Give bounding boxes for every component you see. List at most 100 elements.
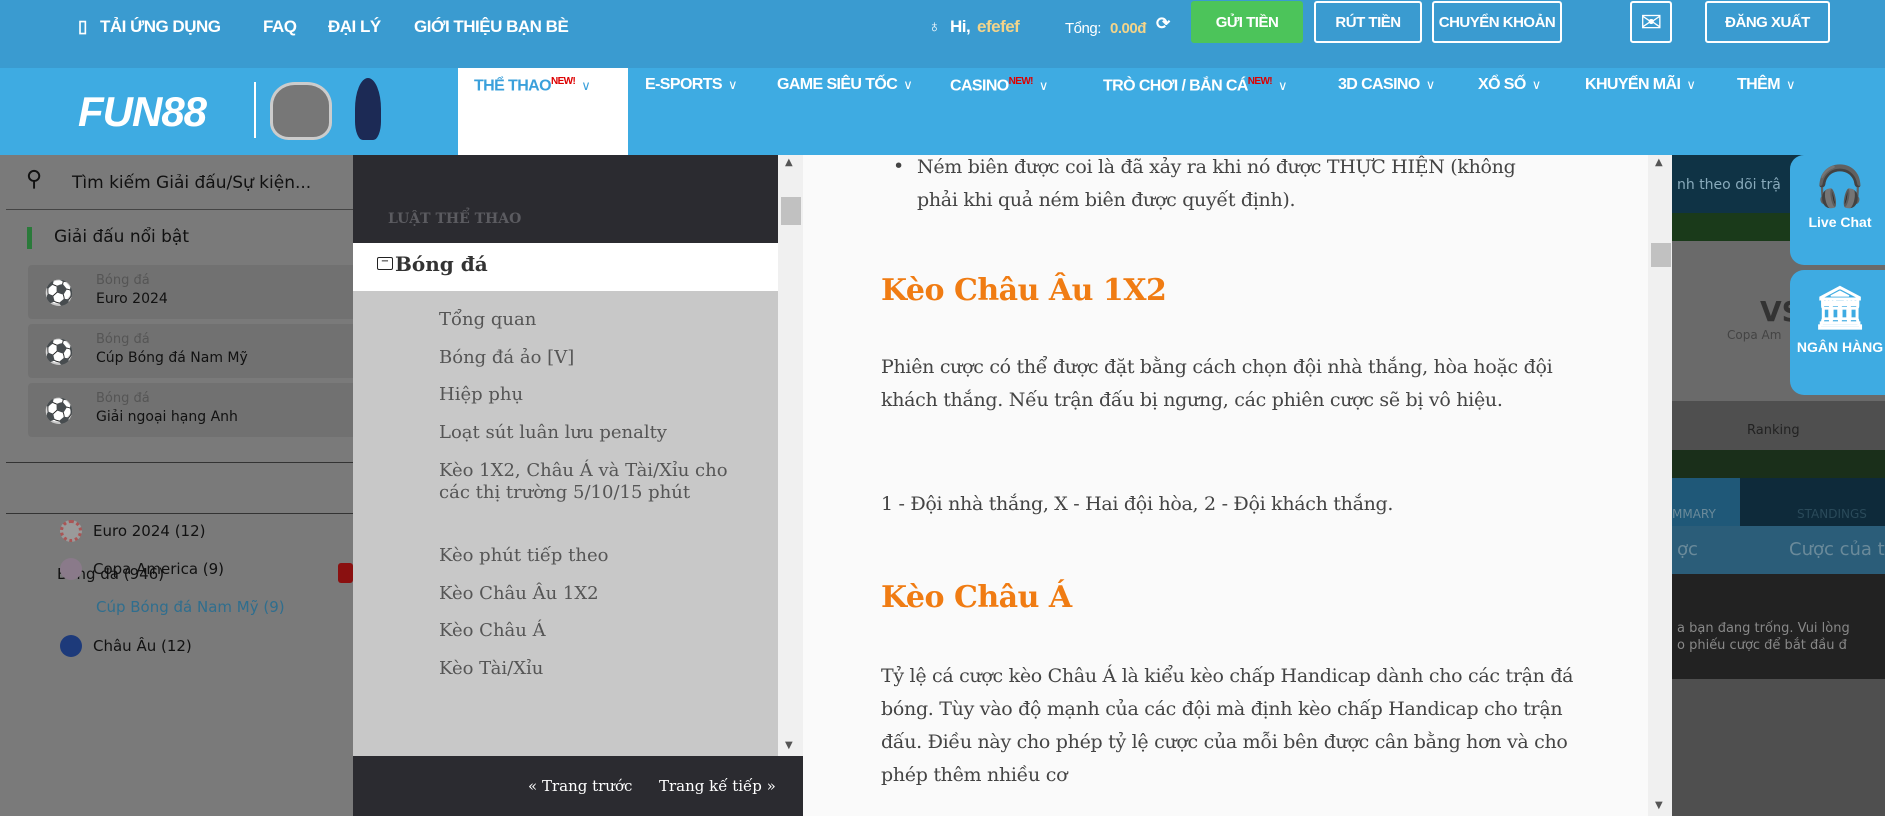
agent-link[interactable]: ĐẠI LÝ xyxy=(328,17,381,37)
sidebar: ⚲ Tìm kiếm Giải đấu/Sự kiện... Giải đấu … xyxy=(0,155,358,816)
nav-fishing[interactable]: TRÒ CHƠI / BẮN CÁNEW! ∨ xyxy=(1103,76,1288,95)
empty-text: a bạn đang trống. Vui lòng xyxy=(1677,621,1850,636)
league-item[interactable]: Châu Âu (12) xyxy=(93,637,192,655)
scroll-down-icon[interactable]: ▼ xyxy=(785,740,793,751)
divider xyxy=(6,462,353,463)
logo-divider xyxy=(254,82,256,138)
nav-fast-games[interactable]: GAME SIÊU TỐC ∨ xyxy=(777,76,913,94)
league-item[interactable]: Copa America (9) xyxy=(93,560,224,578)
user-icon: ♁ xyxy=(928,17,941,36)
paragraph: Tỷ lệ cá cược kèo Châu Á là kiểu kèo chấ… xyxy=(881,665,1574,786)
next-page-link[interactable]: Trang kế tiếp » xyxy=(659,777,776,795)
rules-list: Tổng quan Bóng đá ảo [V] Hiệp phụ Loạt s… xyxy=(353,291,778,756)
league-item-active[interactable]: Cúp Bóng đá Nam Mỹ (9) xyxy=(96,598,285,616)
withdraw-button[interactable]: RÚT TIỀN xyxy=(1314,1,1422,43)
mail-icon[interactable]: ✉ xyxy=(1630,1,1672,43)
featured-sport: Bóng đá xyxy=(96,391,150,406)
nav-more[interactable]: THÊM ∨ xyxy=(1737,76,1795,94)
soccer-ball-icon: ⚽ xyxy=(44,279,74,307)
rules-item[interactable]: Kèo 1X2, Châu Á và Tài/Xỉu cho các thị t… xyxy=(439,460,759,504)
refresh-icon[interactable]: ⟳ xyxy=(1156,14,1170,34)
fun88-logo[interactable]: FUN88 xyxy=(78,88,207,136)
greeting: Hi, xyxy=(950,17,971,36)
live-chat-button[interactable]: 🎧 Live Chat xyxy=(1790,155,1885,265)
bank-icon: 🏛 xyxy=(1813,284,1867,331)
scroll-up-icon[interactable]: ▲ xyxy=(1655,157,1663,168)
copa-flag-icon xyxy=(60,558,82,580)
rules-item[interactable]: Tổng quan xyxy=(439,309,759,331)
scroll-down-icon[interactable]: ▼ xyxy=(1655,800,1663,811)
ranking-label: Ranking xyxy=(1747,423,1800,438)
nav-promotions[interactable]: KHUYẾN MÃI ∨ xyxy=(1585,76,1696,94)
search-bar[interactable]: ⚲ Tìm kiếm Giải đấu/Sự kiện... xyxy=(6,155,353,210)
europe-flag-icon xyxy=(60,635,82,657)
follow-text: nh theo dõi trậ xyxy=(1677,177,1781,193)
featured-name: Giải ngoại hạng Anh xyxy=(96,409,238,425)
transfer-button[interactable]: CHUYỂN KHOẢN xyxy=(1432,1,1562,43)
rules-content: • Ném biên được coi là đã xảy ra khi nó … xyxy=(803,155,1672,816)
nav-casino[interactable]: CASINONEW! ∨ xyxy=(950,76,1048,95)
username: efefef xyxy=(977,17,1020,36)
refer-friend-link[interactable]: GIỚI THIỆU BẠN BÈ xyxy=(414,17,569,37)
scroll-thumb[interactable] xyxy=(1651,243,1671,267)
faq-link[interactable]: FAQ xyxy=(263,17,297,37)
rules-item[interactable]: Kèo Tài/Xỉu xyxy=(439,658,759,680)
heading-1x2: Kèo Châu Âu 1X2 xyxy=(881,273,1167,308)
euro-flag-icon xyxy=(60,520,82,542)
rules-item[interactable]: Kèo phút tiếp theo xyxy=(439,545,759,567)
paragraph: Phiên cược có thể được đặt bằng cách chọ… xyxy=(881,356,1553,411)
nav-lottery[interactable]: XỔ SỐ ∨ xyxy=(1478,76,1541,94)
rules-scrollbar[interactable]: ▲ ▼ xyxy=(778,155,803,756)
nav-esports[interactable]: E-SPORTS ∨ xyxy=(645,76,738,94)
featured-title: Giải đấu nổi bật xyxy=(54,227,190,247)
soccer-ball-icon: ⚽ xyxy=(44,397,74,425)
bullet-icon: • xyxy=(893,155,905,177)
tottenham-crest-icon xyxy=(355,78,381,140)
bank-button[interactable]: 🏛 NGÂN HÀNG xyxy=(1790,270,1885,395)
top-bar: ▯ TẢI ỨNG DỤNG FAQ ĐẠI LÝ GIỚI THIỆU BẠN… xyxy=(0,0,1885,68)
rules-item[interactable]: Kèo Châu Âu 1X2 xyxy=(439,583,759,605)
badge xyxy=(338,563,353,583)
featured-marker xyxy=(27,227,32,249)
summary-tab[interactable]: MMARY xyxy=(1672,507,1716,521)
standings-tab[interactable]: STANDINGS xyxy=(1797,507,1867,521)
live-chat-label: Live Chat xyxy=(1808,214,1872,230)
rules-item[interactable]: Loạt sút luân lưu penalty xyxy=(439,422,759,444)
logout-button[interactable]: ĐĂNG XUẤT xyxy=(1705,1,1830,43)
featured-name: Euro 2024 xyxy=(96,291,168,307)
featured-item[interactable]: ⚽ Bóng đá Euro 2024 xyxy=(28,265,358,319)
bank-label: NGÂN HÀNG xyxy=(1796,339,1884,355)
empty-text: o phiếu cược để bắt đầu đ xyxy=(1677,638,1847,653)
prev-page-link[interactable]: « Trang trước xyxy=(528,777,632,795)
headset-icon: 🎧 xyxy=(1815,165,1865,209)
rules-item[interactable]: Hiệp phụ xyxy=(439,384,759,406)
paragraph: 1 - Đội nhà thắng, X - Hai đội hòa, 2 - … xyxy=(881,493,1394,515)
my-bets-tab[interactable]: Cược của t xyxy=(1789,539,1885,560)
category-bong-da[interactable]: − Bóng đá xyxy=(353,243,778,291)
bet-slip-tab[interactable]: ợc xyxy=(1677,539,1698,560)
scroll-up-icon[interactable]: ▲ xyxy=(785,157,793,168)
search-icon: ⚲ xyxy=(26,167,43,192)
rules-item[interactable]: Bóng đá ảo [V] xyxy=(439,347,759,369)
nav-sports[interactable]: THỂ THAONEW! ∨ xyxy=(474,76,591,95)
featured-sport: Bóng đá xyxy=(96,273,150,288)
collapse-icon[interactable]: − xyxy=(377,257,393,270)
newcastle-crest-icon xyxy=(270,82,332,140)
mobile-icon: ▯ xyxy=(78,17,87,36)
category-label: Bóng đá xyxy=(395,252,488,276)
total-value: 0.00đ xyxy=(1110,20,1146,37)
rules-item[interactable]: Kèo Châu Á xyxy=(439,620,759,642)
heading-asian: Kèo Châu Á xyxy=(881,580,1072,615)
deposit-button[interactable]: GỬI TIỀN xyxy=(1191,1,1303,43)
nav-3d-casino[interactable]: 3D CASINO ∨ xyxy=(1338,76,1435,94)
league-item[interactable]: Euro 2024 (12) xyxy=(93,522,206,540)
content-scrollbar[interactable]: ▲ ▼ xyxy=(1648,155,1672,816)
featured-item[interactable]: ⚽ Bóng đá Giải ngoại hạng Anh xyxy=(28,383,358,437)
total-label: Tổng: xyxy=(1065,20,1101,37)
soccer-ball-icon: ⚽ xyxy=(44,338,74,366)
featured-item[interactable]: ⚽ Bóng đá Cúp Bóng đá Nam Mỹ xyxy=(28,324,358,378)
download-app-link[interactable]: TẢI ỨNG DỤNG xyxy=(100,17,221,37)
rules-nav-panel: LUẬT THỂ THAO − Bóng đá Tổng quan Bóng đ… xyxy=(353,155,803,816)
search-input[interactable]: Tìm kiếm Giải đấu/Sự kiện... xyxy=(72,173,311,193)
scroll-thumb[interactable] xyxy=(781,197,801,225)
